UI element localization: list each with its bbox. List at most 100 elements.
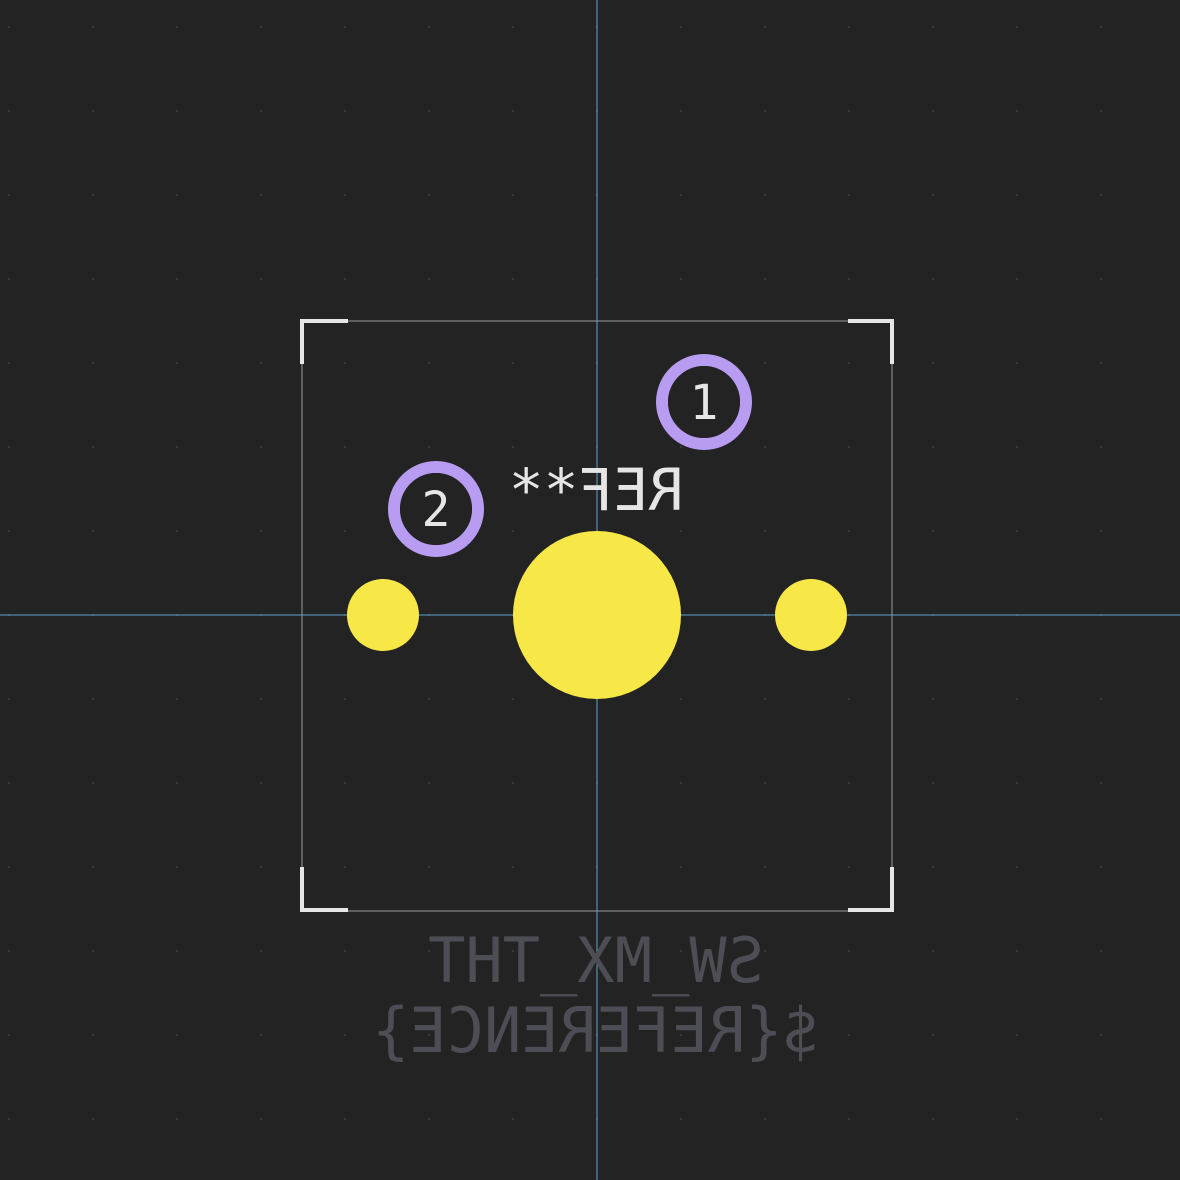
grid-dot (1099, 361, 1103, 365)
grid-dot (7, 1117, 11, 1121)
grid-dot (511, 277, 515, 281)
grid-dot (847, 1033, 851, 1037)
corner-bottom-left (300, 867, 348, 912)
grid-dot (1015, 1033, 1019, 1037)
grid-dot (427, 865, 431, 869)
grid-dot (931, 1033, 935, 1037)
grid-dot (679, 865, 683, 869)
mounting-hole-left[interactable] (347, 579, 419, 651)
grid-dot (511, 697, 515, 701)
grid-dot (1099, 865, 1103, 869)
grid-dot (7, 949, 11, 953)
grid-dot (1099, 277, 1103, 281)
grid-dot (511, 109, 515, 113)
grid-dot (1099, 1117, 1103, 1121)
grid-dot (175, 277, 179, 281)
grid-dot (7, 361, 11, 365)
grid-dot (427, 277, 431, 281)
grid-dot (7, 865, 11, 869)
grid-dot (679, 109, 683, 113)
grid-dot (7, 529, 11, 533)
grid-dot (679, 193, 683, 197)
pad-1-number: 1 (690, 375, 719, 431)
grid-dot (931, 445, 935, 449)
grid-dot (91, 277, 95, 281)
grid-dot (1015, 25, 1019, 29)
grid-dot (343, 1117, 347, 1121)
reference-field-text[interactable]: ${REFERENCE} (372, 994, 820, 1067)
grid-dot (511, 361, 515, 365)
grid-dot (91, 529, 95, 533)
grid-dot (175, 697, 179, 701)
pad-2-number: 2 (422, 482, 451, 538)
mounting-hole-center[interactable] (513, 531, 681, 699)
grid-dot (175, 193, 179, 197)
grid-dot (931, 193, 935, 197)
grid-dot (343, 193, 347, 197)
grid-dot (847, 865, 851, 869)
grid-dot (763, 277, 767, 281)
grid-dot (1099, 697, 1103, 701)
grid-dot (259, 25, 263, 29)
corner-top-right (848, 319, 894, 364)
grid-dot (259, 445, 263, 449)
grid-dot (427, 361, 431, 365)
grid-dot (7, 697, 11, 701)
grid-dot (427, 109, 431, 113)
grid-dot (1015, 361, 1019, 365)
reference-designator[interactable]: REF** (509, 456, 684, 524)
grid-dot (259, 865, 263, 869)
grid-dot (175, 25, 179, 29)
grid-dot (931, 25, 935, 29)
grid-dot (679, 277, 683, 281)
pcb-footprint-canvas[interactable]: 1 2 REF** SW_MX_THT ${REFERENCE} (0, 0, 1180, 1180)
grid-dot (1015, 949, 1019, 953)
grid-dot (847, 25, 851, 29)
grid-dot (847, 445, 851, 449)
grid-dot (7, 109, 11, 113)
grid-dot (847, 697, 851, 701)
grid-dot (931, 277, 935, 281)
grid-dot (847, 529, 851, 533)
grid-dot (7, 277, 11, 281)
mounting-hole-right[interactable] (775, 579, 847, 651)
grid-dot (1099, 781, 1103, 785)
grid-dot (7, 781, 11, 785)
grid-dot (91, 949, 95, 953)
grid-dot (91, 193, 95, 197)
grid-dot (175, 361, 179, 365)
corner-top-left (300, 319, 348, 364)
grid-dot (7, 193, 11, 197)
grid-dot (931, 109, 935, 113)
grid-dot (1015, 277, 1019, 281)
grid-dot (343, 529, 347, 533)
grid-dot (1099, 109, 1103, 113)
grid-dot (679, 697, 683, 701)
grid-dot (511, 529, 515, 533)
grid-dot (343, 865, 347, 869)
grid-dot (679, 445, 683, 449)
grid-dot (259, 361, 263, 365)
grid-dot (343, 109, 347, 113)
grid-dot (343, 445, 347, 449)
grid-dot (259, 109, 263, 113)
footprint-view[interactable]: 1 2 REF** SW_MX_THT ${REFERENCE} (0, 0, 1180, 1180)
footprint-value-text[interactable]: SW_MX_THT (428, 924, 764, 997)
grid-dot (259, 1117, 263, 1121)
grid-dot (847, 361, 851, 365)
grid-dot (175, 865, 179, 869)
grid-dot (763, 109, 767, 113)
grid-dot (259, 1033, 263, 1037)
pad-2[interactable]: 2 (388, 461, 484, 557)
grid-dot (931, 949, 935, 953)
grid-dot (763, 193, 767, 197)
grid-dot (931, 697, 935, 701)
corner-bottom-right (848, 867, 894, 912)
grid-dot (763, 445, 767, 449)
pad-1[interactable]: 1 (656, 354, 752, 450)
grid-dot (91, 109, 95, 113)
grid-dot (343, 25, 347, 29)
grid-dot (427, 25, 431, 29)
grid-dot (259, 193, 263, 197)
grid-dot (1015, 697, 1019, 701)
